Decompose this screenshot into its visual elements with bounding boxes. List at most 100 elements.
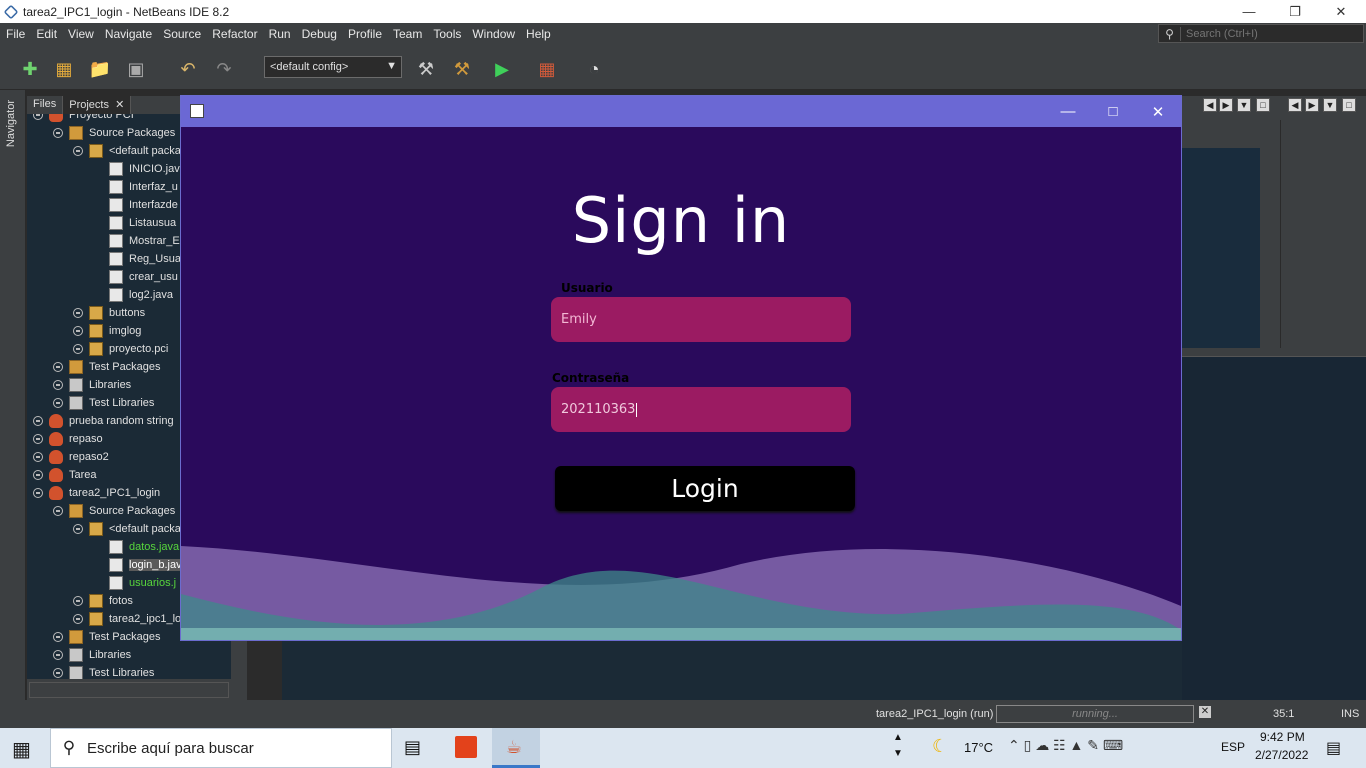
expander-icon[interactable] bbox=[33, 452, 43, 462]
expander-icon[interactable] bbox=[33, 488, 43, 498]
login-maximize-button[interactable]: □ bbox=[1090, 96, 1136, 127]
tree-item[interactable]: <default packa bbox=[73, 142, 181, 160]
expander-icon[interactable] bbox=[53, 506, 63, 516]
login-close-button[interactable]: ✕ bbox=[1135, 96, 1181, 127]
menu-navigate[interactable]: Navigate bbox=[99, 27, 157, 41]
tree-item[interactable]: Test Libraries bbox=[53, 394, 154, 412]
tree-item[interactable]: <default packa bbox=[73, 520, 181, 538]
expander-icon[interactable] bbox=[33, 114, 43, 120]
menu-view[interactable]: View bbox=[62, 27, 99, 41]
close-icon[interactable]: ✕ bbox=[112, 99, 124, 111]
run-icon[interactable]: ▶ bbox=[490, 57, 514, 81]
clock-date[interactable]: 2/27/2022 bbox=[1255, 748, 1308, 762]
menu-window[interactable]: Window bbox=[466, 27, 520, 41]
menu-help[interactable]: Help bbox=[520, 27, 556, 41]
tree-item[interactable]: login_b.jav bbox=[93, 556, 182, 574]
tree-item[interactable]: prueba random string bbox=[33, 412, 174, 430]
tree-item[interactable]: tarea2_ipc1_lo bbox=[73, 610, 181, 628]
tree-item[interactable]: crear_usu bbox=[93, 268, 178, 286]
clock-time[interactable]: 9:42 PM bbox=[1260, 730, 1305, 744]
maximize-icon[interactable]: □ bbox=[1256, 98, 1270, 112]
tree-item[interactable]: repaso2 bbox=[33, 448, 109, 466]
search-icon[interactable]: ⚲ bbox=[1159, 26, 1181, 41]
expander-icon[interactable] bbox=[33, 434, 43, 444]
tray-icons[interactable]: ⌃ ▯ ☁ ☷ ▲ ✎ ⌨ bbox=[1008, 737, 1123, 754]
tree-item[interactable]: Tarea bbox=[33, 466, 97, 484]
scroll-right-icon[interactable]: ▶ bbox=[1219, 98, 1233, 112]
expander-icon[interactable] bbox=[33, 416, 43, 426]
expander-icon[interactable] bbox=[73, 326, 83, 336]
save-all-icon[interactable]: ▣ bbox=[124, 57, 148, 81]
menu-team[interactable]: Team bbox=[387, 27, 427, 41]
close-button[interactable]: ✕ bbox=[1318, 0, 1364, 23]
undo-icon[interactable]: ↶ bbox=[176, 57, 200, 81]
tab-files[interactable]: Files bbox=[27, 96, 64, 114]
menu-debug[interactable]: Debug bbox=[296, 27, 342, 41]
tree-item[interactable]: datos.java bbox=[93, 538, 179, 556]
tray-chevrons[interactable]: ▲ ▼ bbox=[893, 730, 903, 762]
login-minimize-button[interactable]: — bbox=[1045, 96, 1091, 127]
tree-item[interactable]: Source Packages bbox=[53, 124, 175, 142]
tree-item[interactable]: fotos bbox=[73, 592, 133, 610]
config-select[interactable]: <default config> ▼ bbox=[264, 56, 402, 78]
java-taskbar-item[interactable]: ☕ bbox=[492, 728, 540, 768]
expander-icon[interactable] bbox=[53, 380, 63, 390]
cancel-task-icon[interactable]: ✕ bbox=[1199, 706, 1211, 718]
expander-icon[interactable] bbox=[53, 650, 63, 660]
tree-item[interactable]: INICIO.java bbox=[93, 160, 186, 178]
profile-icon[interactable]: ◔ bbox=[582, 57, 606, 81]
tree-item[interactable]: imglog bbox=[73, 322, 141, 340]
expander-icon[interactable] bbox=[73, 344, 83, 354]
new-file-icon[interactable]: ✚ bbox=[18, 57, 42, 81]
tree-horizontal-scrollbar[interactable] bbox=[29, 682, 229, 698]
menu-refactor[interactable]: Refactor bbox=[206, 27, 262, 41]
expander-icon[interactable] bbox=[73, 146, 83, 156]
tree-item[interactable]: Proyecto PCI bbox=[33, 114, 134, 124]
tree-item[interactable]: Mostrar_E bbox=[93, 232, 180, 250]
expander-icon[interactable] bbox=[53, 362, 63, 372]
tree-item[interactable]: buttons bbox=[73, 304, 145, 322]
minimize-button[interactable]: — bbox=[1226, 0, 1272, 23]
tree-item[interactable]: Test Packages bbox=[53, 628, 161, 646]
expander-icon[interactable] bbox=[73, 524, 83, 534]
redo-icon[interactable]: ↷ bbox=[212, 57, 236, 81]
expander-icon[interactable] bbox=[73, 308, 83, 318]
tree-item[interactable]: Reg_Usua bbox=[93, 250, 181, 268]
tree-item[interactable]: Libraries bbox=[53, 376, 131, 394]
menu-file[interactable]: File bbox=[0, 27, 30, 41]
clean-build-icon[interactable]: ⚒ bbox=[450, 57, 474, 81]
tree-item[interactable]: Test Libraries bbox=[53, 664, 154, 679]
tree-item[interactable]: Source Packages bbox=[53, 502, 175, 520]
tree-item[interactable]: log2.java bbox=[93, 286, 173, 304]
new-project-icon[interactable]: ▦ bbox=[52, 57, 76, 81]
menu-run[interactable]: Run bbox=[263, 27, 296, 41]
windows-start-icon[interactable]: ▦ bbox=[12, 737, 31, 762]
expander-icon[interactable] bbox=[73, 596, 83, 606]
tree-item[interactable]: Interfaz_u bbox=[93, 178, 178, 196]
menu-source[interactable]: Source bbox=[157, 27, 206, 41]
expander-icon[interactable] bbox=[53, 668, 63, 678]
expander-icon[interactable] bbox=[73, 614, 83, 624]
tree-item[interactable]: repaso bbox=[33, 430, 103, 448]
expander-icon[interactable] bbox=[33, 470, 43, 480]
tab-projects[interactable]: Projects ✕ bbox=[63, 96, 132, 114]
expander-icon[interactable] bbox=[53, 128, 63, 138]
expander-icon[interactable] bbox=[53, 398, 63, 408]
office-icon[interactable] bbox=[455, 736, 477, 758]
scroll-left-icon[interactable]: ◀ bbox=[1288, 98, 1302, 112]
tree-item[interactable]: Listausua bbox=[93, 214, 176, 232]
password-field[interactable]: 202110363 bbox=[551, 387, 851, 432]
scroll-left-icon[interactable]: ◀ bbox=[1203, 98, 1217, 112]
scroll-right-icon[interactable]: ▶ bbox=[1305, 98, 1319, 112]
menu-tools[interactable]: Tools bbox=[427, 27, 466, 41]
open-project-icon[interactable]: 📁 bbox=[88, 57, 112, 81]
debug-icon[interactable]: ▦ bbox=[535, 57, 559, 81]
maximize-icon[interactable]: □ bbox=[1342, 98, 1356, 112]
menu-profile[interactable]: Profile bbox=[342, 27, 387, 41]
search-input[interactable] bbox=[1181, 27, 1363, 40]
tree-item[interactable]: Libraries bbox=[53, 646, 131, 664]
tree-item[interactable]: Test Packages bbox=[53, 358, 161, 376]
login-button[interactable]: Login bbox=[555, 466, 855, 511]
restore-button[interactable]: ❐ bbox=[1272, 0, 1318, 23]
tab-list-icon[interactable]: ▼ bbox=[1237, 98, 1251, 112]
